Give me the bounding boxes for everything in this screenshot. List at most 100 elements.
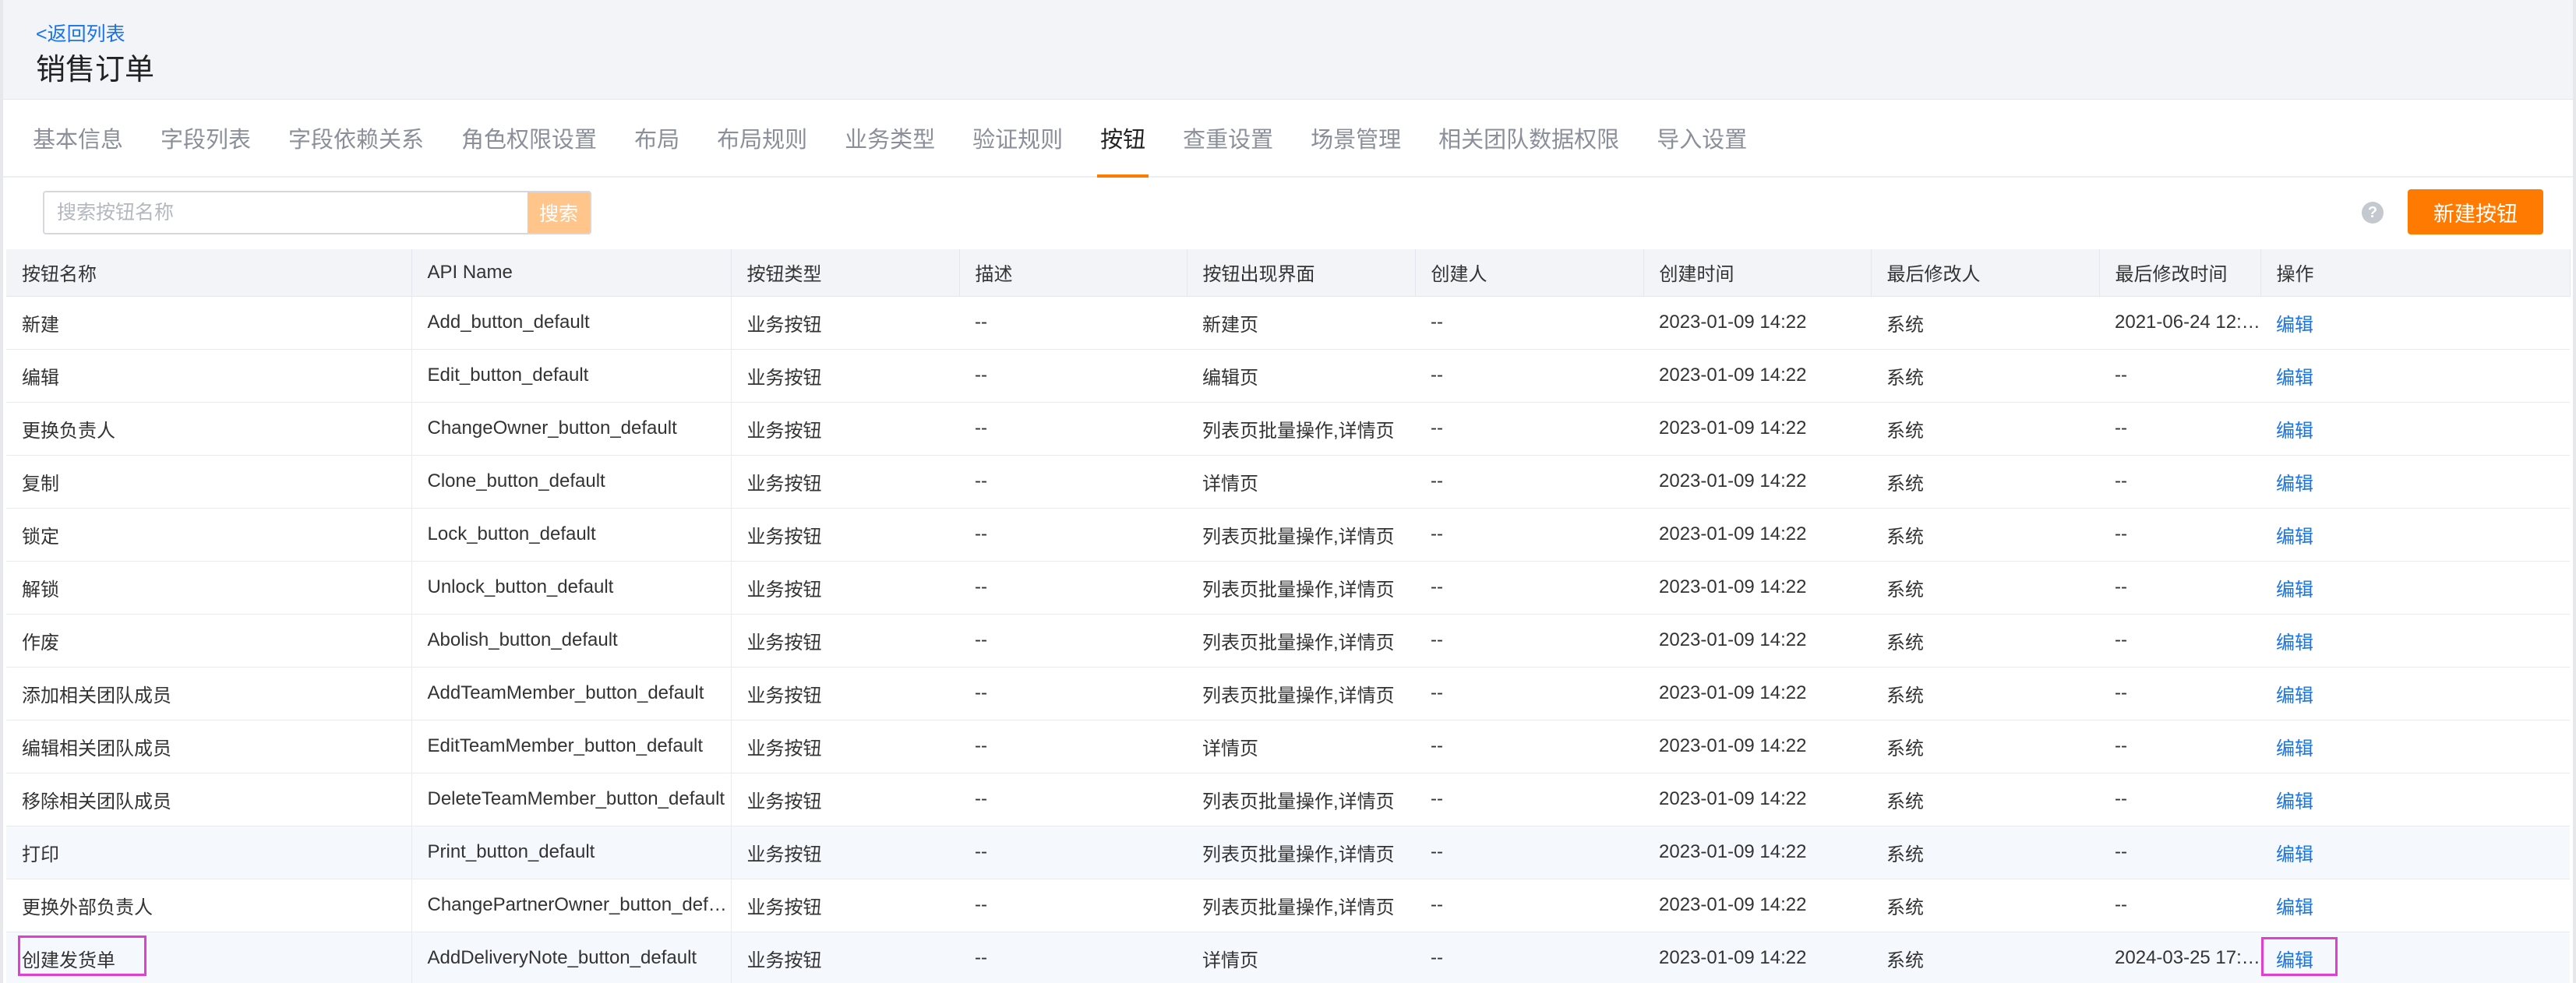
cell-actions: 编辑 [2260, 455, 2570, 509]
table-row: 编辑相关团队成员 EditTeamMember_button_default 业务按… [6, 720, 2570, 773]
tab-2[interactable]: 字段列表 [161, 100, 251, 176]
cell-actions: 编辑 [2260, 508, 2570, 562]
table-row: 作废 Abolish_button_default 业务按钮 -- 列表页批量操作,详情… [6, 614, 2570, 668]
col-display-page[interactable]: 按钮出现界面 [1187, 249, 1416, 297]
cell-button-type: 业务按钮 [731, 402, 959, 456]
edit-link[interactable]: 编辑 [2276, 844, 2313, 865]
cell-button-type: 业务按钮 [731, 932, 959, 983]
col-button-type[interactable]: 按钮类型 [731, 249, 960, 297]
cell-last-modifier: 系统 [1871, 349, 2099, 403]
cell-created-time: 2023-01-09 14:22 [1643, 508, 1871, 562]
cell-created-time: 2023-01-09 14:22 [1643, 826, 1871, 879]
col-created-time[interactable]: 创建时间 [1643, 249, 1872, 297]
col-description[interactable]: 描述 [959, 249, 1187, 297]
cell-display-page: 列表页批量操作,详情页 [1187, 826, 1415, 879]
new-button-button[interactable]: 新建按钮 [2408, 189, 2543, 234]
tab-8[interactable]: 验证规则 [972, 100, 1063, 176]
tab-1[interactable]: 基本信息 [33, 100, 123, 176]
cell-display-page: 列表页批量操作,详情页 [1187, 402, 1415, 456]
col-button-name[interactable]: 按钮名称 [6, 249, 412, 297]
search-input[interactable] [44, 192, 528, 233]
back-to-list-link[interactable]: <返回列表 [36, 19, 125, 47]
table-row: 解锁 Unlock_button_default 业务按钮 -- 列表页批量操作,详情页… [6, 561, 2570, 615]
col-creator[interactable]: 创建人 [1415, 249, 1644, 297]
cell-api-name: DeleteTeamMember_button_default [411, 773, 732, 826]
table-row: 更换外部负责人 ChangePartnerOwner_button_default… [6, 879, 2570, 932]
cell-created-time: 2023-01-09 14:22 [1643, 455, 1871, 509]
tab-10[interactable]: 查重设置 [1183, 100, 1273, 176]
cell-creator: -- [1415, 932, 1643, 983]
cell-button-name: 更换外部负责人 [6, 879, 412, 932]
cell-button-type: 业务按钮 [731, 720, 959, 773]
cell-last-modified-time: -- [2099, 455, 2260, 509]
edit-link[interactable]: 编辑 [2276, 897, 2313, 918]
cell-created-time: 2023-01-09 14:22 [1643, 879, 1871, 932]
cell-last-modifier: 系统 [1871, 879, 2099, 932]
help-icon[interactable]: ? [2362, 202, 2384, 224]
cell-creator: -- [1415, 508, 1643, 562]
col-last-modified-time[interactable]: 最后修改时间 [2099, 249, 2261, 297]
tab-13[interactable]: 导入设置 [1657, 100, 1747, 176]
cell-created-time: 2023-01-09 14:22 [1643, 296, 1871, 350]
cell-actions: 编辑 [2260, 826, 2570, 879]
edit-link[interactable]: 编辑 [2276, 315, 2313, 336]
cell-description: -- [959, 455, 1187, 509]
tab-11[interactable]: 场景管理 [1311, 100, 1401, 176]
cell-button-name: 打印 [6, 826, 412, 879]
tab-5[interactable]: 布局 [634, 100, 679, 176]
cell-display-page: 列表页批量操作,详情页 [1187, 561, 1415, 615]
page-title: 销售订单 [36, 54, 155, 86]
tab-3[interactable]: 字段依赖关系 [288, 100, 424, 176]
edit-link[interactable]: 编辑 [2276, 527, 2313, 548]
cell-button-name: 作废 [6, 614, 412, 668]
edit-link[interactable]: 编辑 [2276, 685, 2313, 706]
cell-button-name: 添加相关团队成员 [6, 667, 412, 721]
edit-link[interactable]: 编辑 [2276, 421, 2313, 442]
edit-link[interactable]: 编辑 [2276, 368, 2313, 389]
cell-last-modifier: 系统 [1871, 826, 2099, 879]
tab-6[interactable]: 布局规则 [717, 100, 807, 176]
cell-actions: 编辑 [2260, 349, 2570, 403]
cell-description: -- [959, 614, 1187, 668]
cell-button-name: 锁定 [6, 508, 412, 562]
cell-creator: -- [1415, 614, 1643, 668]
edit-link[interactable]: 编辑 [2276, 791, 2313, 812]
cell-button-type: 业务按钮 [731, 773, 959, 826]
right-edge [2573, 0, 2576, 983]
cell-creator: -- [1415, 296, 1643, 350]
tab-12[interactable]: 相关团队数据权限 [1438, 100, 1619, 176]
cell-button-name: 复制 [6, 455, 412, 509]
cell-last-modified-time: -- [2099, 773, 2260, 826]
cell-creator: -- [1415, 402, 1643, 456]
cell-api-name: Edit_button_default [411, 349, 732, 403]
cell-last-modifier: 系统 [1871, 402, 2099, 456]
page-header: <返回列表 销售订单 [3, 0, 2573, 100]
edit-link[interactable]: 编辑 [2276, 580, 2313, 601]
cell-last-modified-time: -- [2099, 508, 2260, 562]
cell-description: -- [959, 402, 1187, 456]
tab-4[interactable]: 角色权限设置 [461, 100, 597, 176]
col-api-name[interactable]: API Name [411, 249, 732, 297]
edit-link[interactable]: 编辑 [2276, 738, 2313, 759]
cell-api-name: Print_button_default [411, 826, 732, 879]
cell-button-type: 业务按钮 [731, 826, 959, 879]
cell-creator: -- [1415, 773, 1643, 826]
col-last-modifier[interactable]: 最后修改人 [1871, 249, 2100, 297]
table-row: 更换负责人 ChangeOwner_button_default 业务按钮 -- 列表页… [6, 402, 2570, 456]
cell-creator: -- [1415, 826, 1643, 879]
tab-9[interactable]: 按钮 [1097, 100, 1149, 178]
cell-last-modifier: 系统 [1871, 455, 2099, 509]
cell-last-modified-time: -- [2099, 826, 2260, 879]
cell-api-name: Lock_button_default [411, 508, 732, 562]
cell-actions: 编辑 [2260, 932, 2570, 983]
cell-display-page: 详情页 [1187, 720, 1415, 773]
cell-button-type: 业务按钮 [731, 296, 959, 350]
cell-display-page: 列表页批量操作,详情页 [1187, 508, 1415, 562]
edit-link[interactable]: 编辑 [2276, 474, 2313, 495]
tab-7[interactable]: 业务类型 [845, 100, 935, 176]
cell-button-type: 业务按钮 [731, 508, 959, 562]
edit-link[interactable]: 编辑 [2276, 632, 2313, 654]
edit-link[interactable]: 编辑 [2276, 950, 2313, 971]
cell-actions: 编辑 [2260, 773, 2570, 826]
search-button[interactable]: 搜索 [528, 192, 590, 233]
